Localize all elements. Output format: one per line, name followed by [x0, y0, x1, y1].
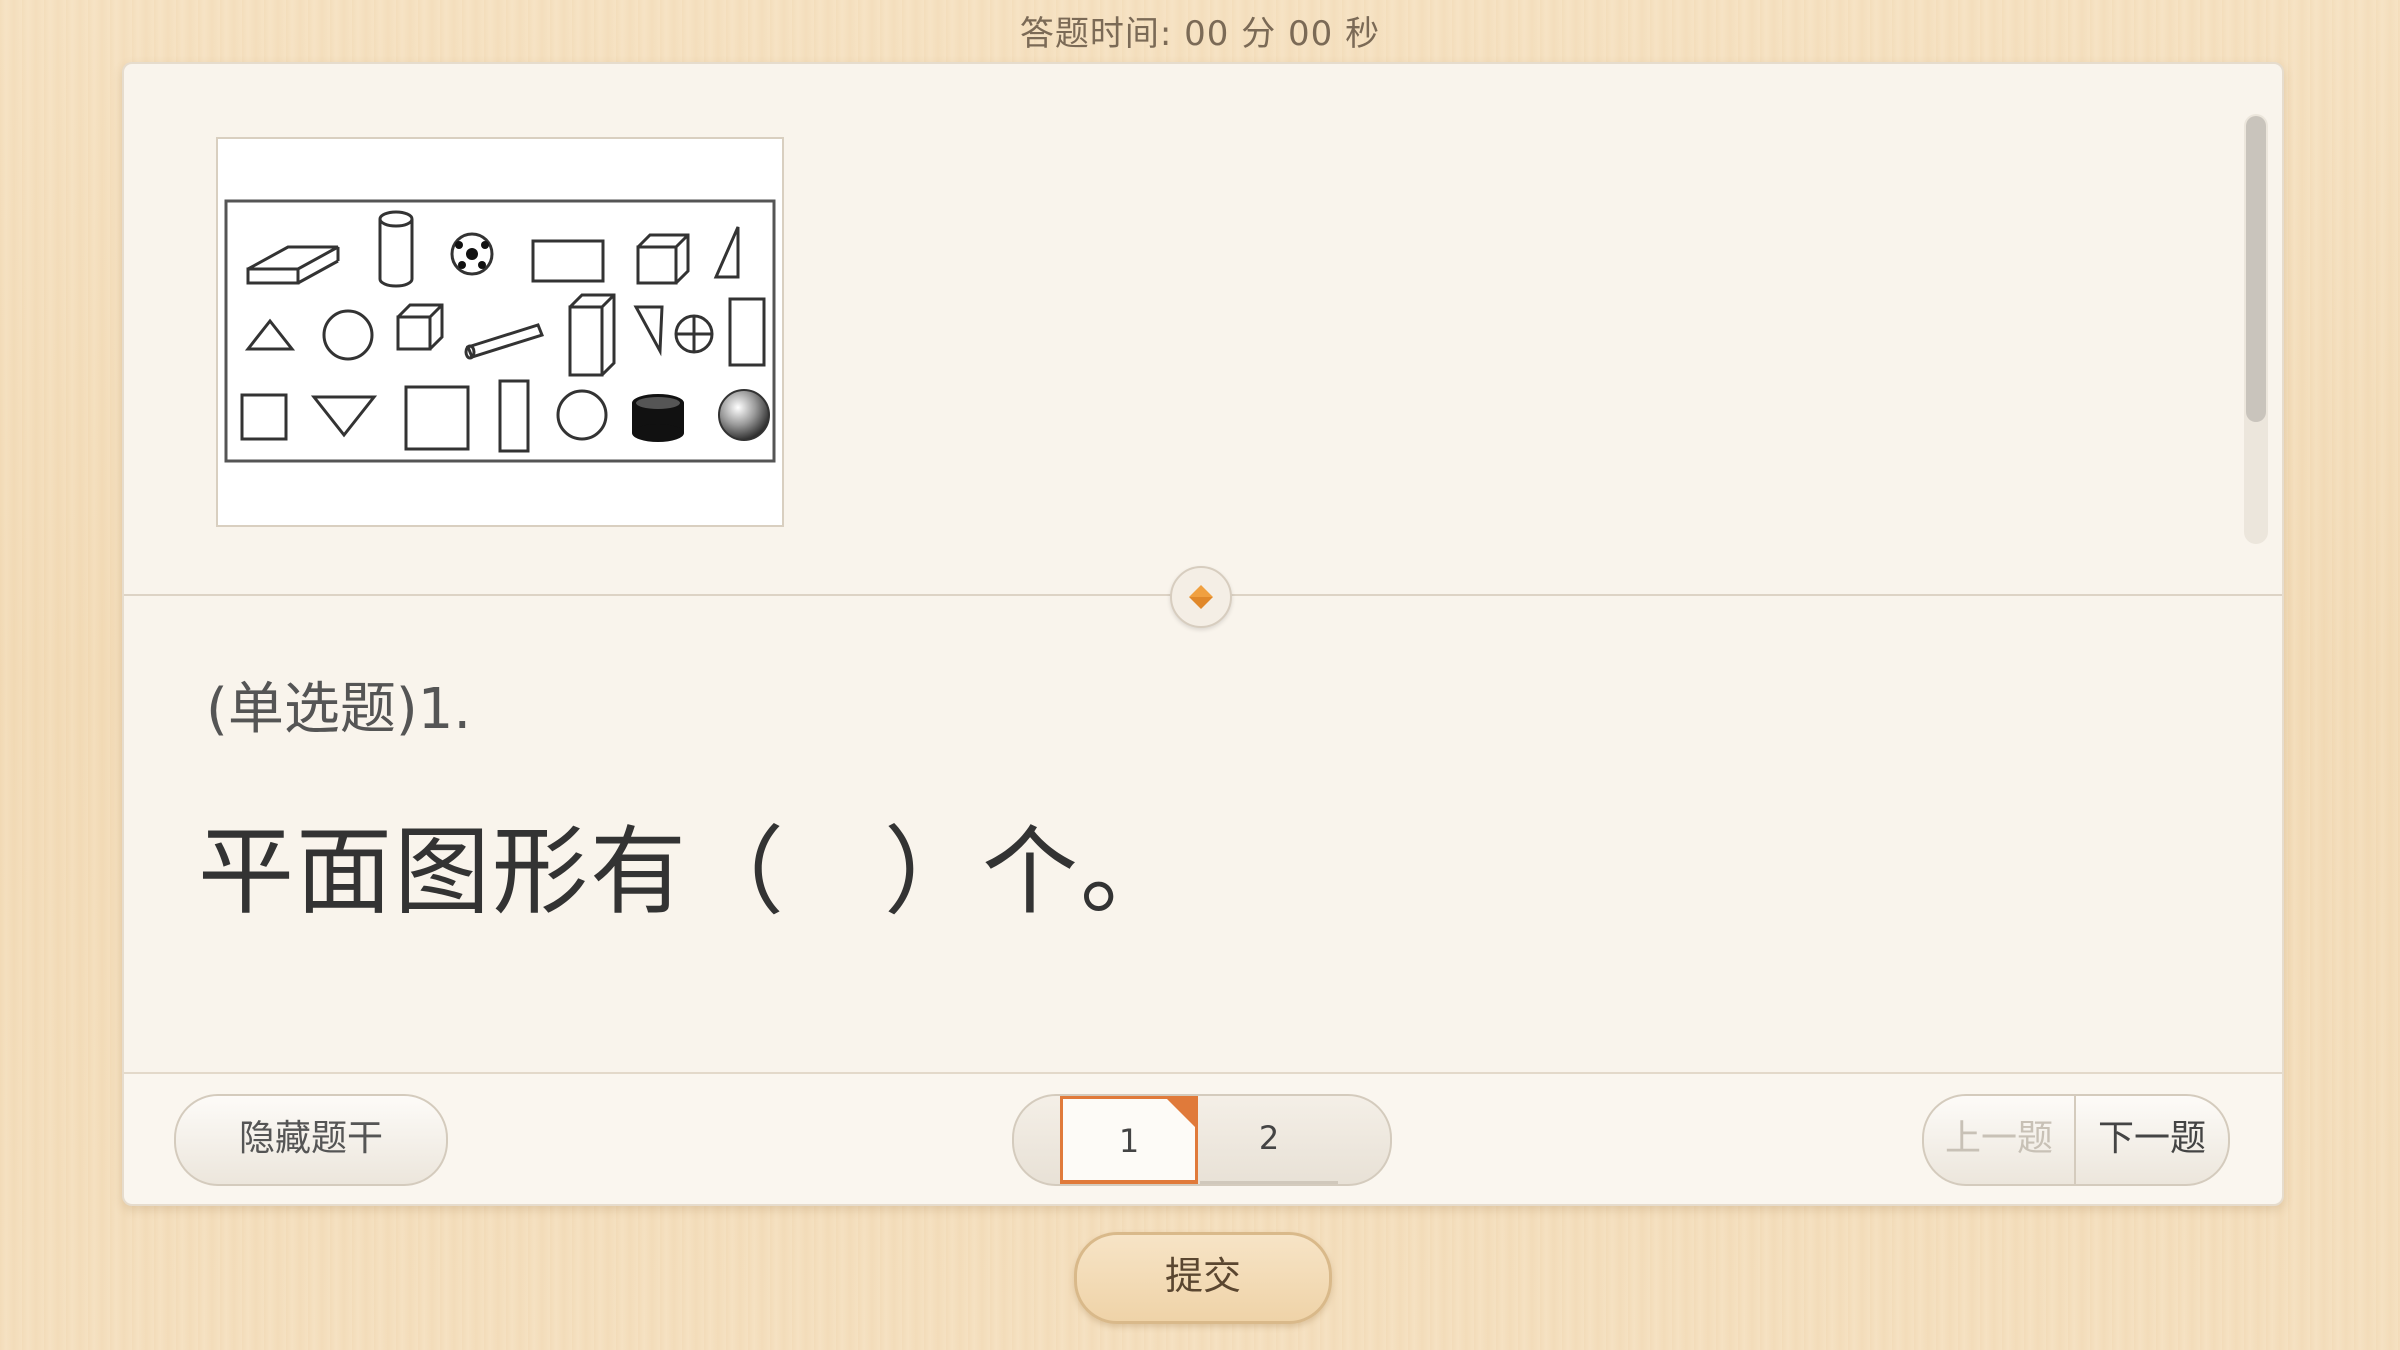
timer-seconds-unit: 秒	[1345, 14, 1381, 54]
timer-seconds: 00	[1288, 14, 1334, 54]
question-pager: 1 2	[1012, 1094, 1392, 1186]
question-card: (单选题)1. 平面图形有（ ）个。 隐藏题干 1 2 上一题 下一题	[122, 62, 2284, 1206]
submit-button[interactable]: 提交	[1074, 1232, 1332, 1324]
page-button-1[interactable]: 1	[1060, 1096, 1198, 1184]
splitter-drag-handle[interactable]	[1170, 566, 1232, 628]
scrollbar-thumb[interactable]	[2246, 116, 2266, 422]
timer-minutes: 00	[1184, 14, 1230, 54]
timer-minutes-unit: 分	[1241, 14, 1277, 54]
shapes-illustration-icon	[224, 199, 776, 463]
next-question-button[interactable]: 下一题	[2076, 1096, 2228, 1184]
stem-scrollbar[interactable]	[2244, 114, 2268, 544]
page-number: 2	[1258, 1119, 1280, 1157]
hide-stem-button[interactable]: 隐藏题干	[174, 1094, 448, 1186]
prev-question-button[interactable]: 上一题	[1924, 1096, 2076, 1184]
question-nav: 上一题 下一题	[1922, 1094, 2230, 1186]
question-stem-area	[124, 64, 2282, 594]
page-number: 1	[1118, 1122, 1140, 1160]
answer-timer: 答题时间: 00 分 00 秒	[0, 6, 2400, 55]
page-button-2[interactable]: 2	[1200, 1096, 1338, 1184]
question-footer: 隐藏题干 1 2 上一题 下一题	[124, 1072, 2282, 1204]
updown-arrows-icon	[1189, 585, 1213, 609]
bookmark-flag-icon	[1164, 1096, 1198, 1130]
question-text: 平面图形有（ ）个。	[198, 816, 1178, 928]
question-type-label: (单选题)1.	[206, 677, 472, 742]
shapes-figure	[216, 137, 784, 527]
timer-label: 答题时间:	[1019, 14, 1173, 54]
